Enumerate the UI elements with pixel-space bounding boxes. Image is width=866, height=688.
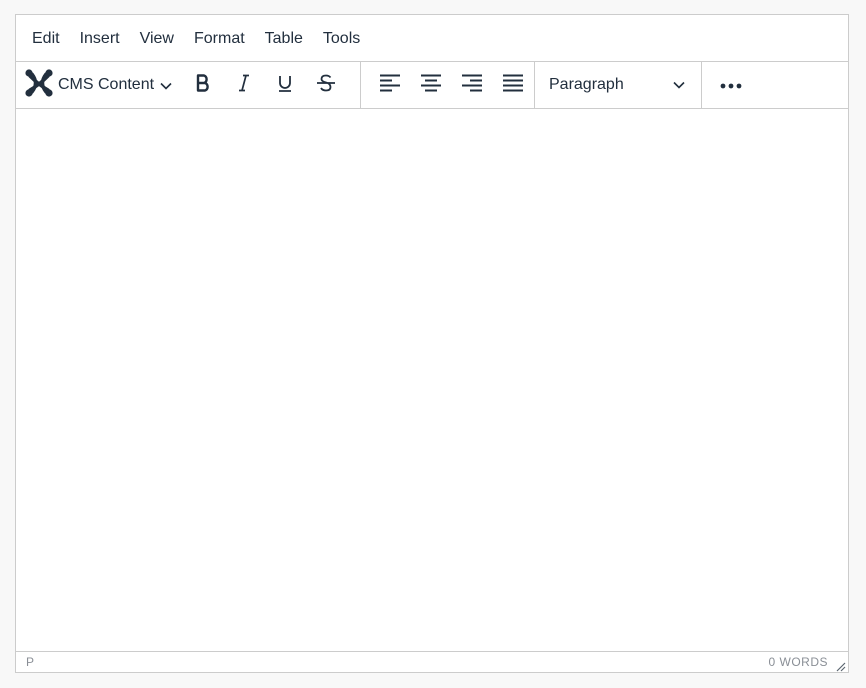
toolbar-group-blocks: Paragraph (535, 62, 702, 108)
element-path[interactable]: P (26, 655, 34, 669)
toolbar: CMS Content Paragraph (16, 62, 848, 109)
chevron-down-icon (673, 76, 685, 94)
cms-content-label: CMS Content (58, 76, 155, 93)
block-format-select[interactable]: Paragraph (543, 67, 689, 103)
align-right-button[interactable] (455, 68, 489, 102)
joomla-logo-icon (24, 68, 54, 103)
align-left-button[interactable] (373, 68, 407, 102)
word-count[interactable]: 0 WORDS (768, 655, 828, 669)
cms-content-button[interactable]: CMS Content (24, 67, 176, 103)
block-format-value: Paragraph (549, 76, 624, 93)
menu-tools[interactable]: Tools (313, 15, 370, 62)
menubar: Edit Insert View Format Table Tools (16, 15, 848, 62)
justify-button[interactable] (496, 68, 530, 102)
italic-icon (234, 73, 254, 98)
strikethrough-icon (315, 73, 337, 98)
align-justify-icon (502, 73, 524, 98)
menu-table[interactable]: Table (255, 15, 313, 62)
align-right-icon (461, 73, 483, 98)
more-button[interactable] (714, 68, 748, 102)
menu-insert[interactable]: Insert (70, 15, 130, 62)
chevron-down-icon (160, 77, 172, 95)
resize-handle-icon[interactable] (835, 659, 846, 672)
align-center-icon (420, 73, 442, 98)
toolbar-group-formatting: CMS Content (16, 62, 361, 108)
editor-content-area[interactable] (16, 109, 848, 652)
bold-button[interactable] (186, 68, 220, 102)
more-horizontal-icon (720, 76, 742, 94)
bold-icon (193, 73, 213, 98)
align-center-button[interactable] (414, 68, 448, 102)
menu-edit[interactable]: Edit (22, 15, 70, 62)
menu-format[interactable]: Format (184, 15, 255, 62)
italic-button[interactable] (227, 68, 261, 102)
align-left-icon (379, 73, 401, 98)
underline-icon (275, 73, 295, 98)
underline-button[interactable] (268, 68, 302, 102)
toolbar-group-alignment (361, 62, 535, 108)
toolbar-group-more (702, 62, 751, 108)
statusbar: P 0 WORDS (16, 651, 848, 672)
menu-view[interactable]: View (130, 15, 184, 62)
rich-text-editor: Edit Insert View Format Table Tools CMS … (15, 14, 849, 673)
strikethrough-button[interactable] (309, 68, 343, 102)
